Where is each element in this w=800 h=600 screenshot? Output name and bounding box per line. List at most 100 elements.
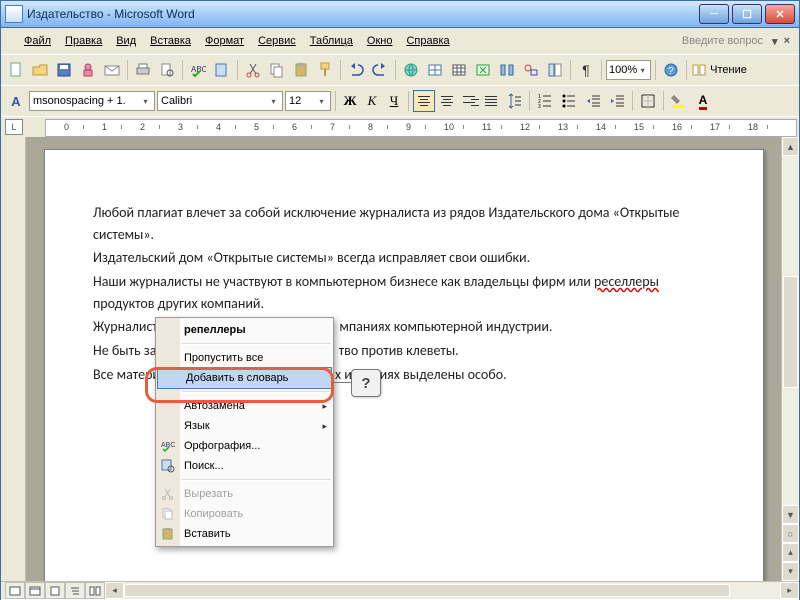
save-button[interactable] [53,59,75,81]
doc-map-button[interactable] [544,59,566,81]
justify-button[interactable] [481,91,501,111]
email-button[interactable] [101,59,123,81]
paragraph[interactable]: Издательский дом «Открытые системы» всег… [93,247,715,269]
prev-page-button[interactable]: ▴ [782,543,799,562]
italic-button[interactable]: К [362,91,382,111]
excel-button[interactable] [472,59,494,81]
reading-layout-button[interactable]: Чтение [691,62,747,78]
menu-file[interactable]: Файл [17,33,58,49]
scroll-thumb[interactable] [783,276,798,388]
align-center-button[interactable] [437,91,457,111]
menubar: Файл Правка Вид Вставка Формат Сервис Та… [1,28,799,54]
ctx-add-to-dictionary[interactable]: Добавить в словарь [157,367,332,389]
ctx-spelling[interactable]: ABC Орфография... [156,436,333,456]
scroll-down-button[interactable]: ▼ [782,505,799,524]
highlight-button[interactable] [668,90,690,112]
ctx-copy[interactable]: Копировать [156,504,333,524]
styles-pane-button[interactable]: A [5,90,27,112]
font-combo[interactable]: Calibri▾ [157,91,283,111]
close-button[interactable]: ✕ [765,4,795,24]
horizontal-ruler[interactable]: 0123456789101112131415161718 [45,119,797,137]
ctx-skip-all[interactable]: Пропустить все [156,348,333,368]
underline-button[interactable]: Ч [384,91,404,111]
cut-button[interactable] [242,59,264,81]
spelling-button[interactable]: ABC [187,59,209,81]
print-view-button[interactable] [45,582,65,599]
copy-button[interactable] [266,59,288,81]
maximize-button[interactable]: ☐ [732,4,762,24]
outline-view-button[interactable] [65,582,85,599]
help-button[interactable]: ? [660,59,682,81]
menu-help[interactable]: Справка [399,33,456,49]
print-preview-button[interactable] [156,59,178,81]
font-color-button[interactable]: A [692,90,714,112]
open-button[interactable] [29,59,51,81]
ctx-cut[interactable]: Вырезать [156,484,333,504]
ask-input[interactable]: Введите вопрос [682,35,763,47]
ctx-suggestion[interactable]: репеллеры [156,320,333,340]
mdi-dropdown[interactable]: ▾ [769,35,781,48]
titlebar: Издательство - Microsoft Word ─ ☐ ✕ [1,1,799,28]
redo-button[interactable] [369,59,391,81]
browse-object-button[interactable]: ○ [782,524,799,543]
font-size-combo[interactable]: 12▾ [285,91,331,111]
ctx-paste[interactable]: Вставить [156,524,333,544]
mdi-close[interactable]: × [781,35,793,47]
normal-view-button[interactable] [5,582,25,599]
standard-toolbar: ABC ¶ 100%▾ ? Чтение [1,54,799,85]
format-painter-button[interactable] [314,59,336,81]
line-spacing-button[interactable] [503,90,525,112]
increase-indent-button[interactable] [606,90,628,112]
hscroll-thumb[interactable] [124,584,730,597]
menu-window[interactable]: Окно [360,33,400,49]
permissions-button[interactable] [77,59,99,81]
hyperlink-button[interactable] [400,59,422,81]
paragraph[interactable]: Любой плагиат влечет за собой исключение… [93,202,715,245]
vertical-scrollbar[interactable]: ▲ ▼ ○ ▴ ▾ [781,137,799,581]
tab-selector[interactable]: L [5,119,23,135]
menu-view[interactable]: Вид [109,33,143,49]
align-left-button[interactable] [413,90,435,112]
question-tooltip[interactable]: ? [351,369,381,397]
hscroll-row: ◂ ▸ [1,581,799,599]
svg-text:?: ? [668,66,674,77]
menu-tools[interactable]: Сервис [251,33,303,49]
menu-insert[interactable]: Вставка [143,33,198,49]
menu-format[interactable]: Формат [198,33,251,49]
numbered-list-button[interactable]: 123 [534,90,556,112]
research-button[interactable] [211,59,233,81]
bulleted-list-button[interactable] [558,90,580,112]
ctx-autocorrect[interactable]: Автозамена▸ [156,396,333,416]
menu-table[interactable]: Таблица [303,33,360,49]
web-view-button[interactable] [25,582,45,599]
copy-icon [160,506,176,522]
minimize-button[interactable]: ─ [699,4,729,24]
scroll-right-button[interactable]: ▸ [780,582,799,599]
print-button[interactable] [132,59,154,81]
ctx-language[interactable]: Язык▸ [156,416,333,436]
scroll-up-button[interactable]: ▲ [782,137,799,156]
vertical-ruler[interactable] [1,137,26,581]
reading-view-button[interactable] [85,582,105,599]
insert-table-button[interactable] [448,59,470,81]
next-page-button[interactable]: ▾ [782,562,799,581]
new-button[interactable] [5,59,27,81]
page[interactable]: Любой плагиат влечет за собой исключение… [44,149,764,581]
drawing-button[interactable] [520,59,542,81]
paste-button[interactable] [290,59,312,81]
align-right-button[interactable] [459,91,479,111]
show-formatting-button[interactable]: ¶ [575,59,597,81]
style-combo[interactable]: msonospacing + 1.▾ [29,91,155,111]
paragraph[interactable]: Наши журналисты не участвуют в компьютер… [93,271,715,314]
borders-button[interactable] [637,90,659,112]
scroll-left-button[interactable]: ◂ [105,582,124,599]
menu-edit[interactable]: Правка [58,33,109,49]
columns-button[interactable] [496,59,518,81]
horizontal-scrollbar[interactable]: ◂ ▸ [105,582,799,599]
bold-button[interactable]: Ж [340,91,360,111]
undo-button[interactable] [345,59,367,81]
ctx-find[interactable]: Поиск... [156,456,333,476]
zoom-combo[interactable]: 100%▾ [606,60,651,80]
decrease-indent-button[interactable] [582,90,604,112]
tables-borders-button[interactable] [424,59,446,81]
